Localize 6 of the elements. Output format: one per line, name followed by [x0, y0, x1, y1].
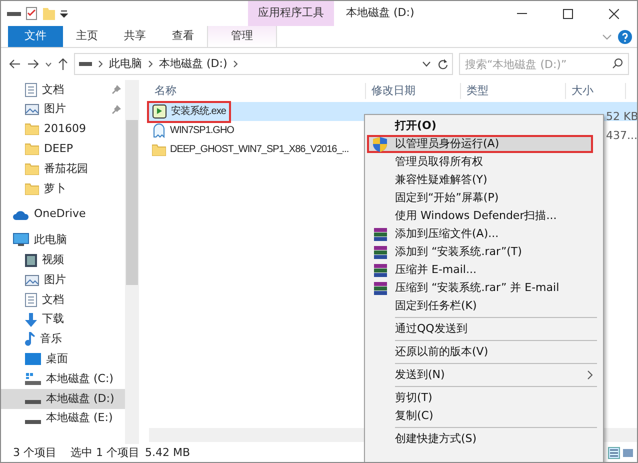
- status-text: 选中 1 个项目: [70, 444, 140, 461]
- status-text: 5.42 MB: [145, 444, 190, 461]
- status-text: 3 个项目: [13, 444, 56, 461]
- contextual-tab-group: 应用程序工具: [248, 1, 334, 26]
- file-size: 437...: [606, 128, 637, 144]
- window-title: 本地磁盘 (D:): [345, 5, 416, 22]
